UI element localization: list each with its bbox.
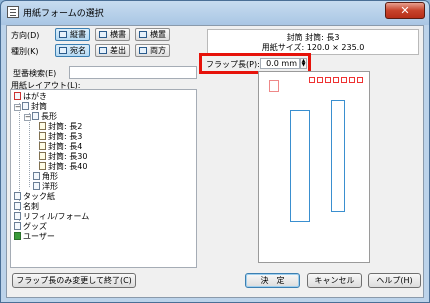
kind-label: 種別(K) <box>11 47 39 56</box>
tree-item-label: ユーザー <box>23 232 55 241</box>
close-button[interactable]: ✕ <box>385 2 425 19</box>
tree-item-label: 封筒: 長4 <box>48 142 83 151</box>
envelope-preview <box>258 71 370 263</box>
tree-item-long-type[interactable]: − 長形 <box>24 112 57 122</box>
envelope-icon <box>22 102 29 110</box>
window-title: 用紙フォームの選択 <box>23 9 104 19</box>
direction-landscape-button[interactable]: 横置 <box>135 28 170 41</box>
kind-both-button[interactable]: 両方 <box>135 44 170 57</box>
paper-info-panel: 封筒 封筒: 長3 用紙サイズ: 120.0 × 235.0 <box>207 29 419 55</box>
flap-length-label: フラップ長(P): <box>206 60 260 69</box>
direction-horizontal-label: 横書 <box>110 30 126 39</box>
tree-item-naga3[interactable]: 封筒: 長3 <box>39 132 82 142</box>
address-field <box>331 100 345 212</box>
document-icon <box>39 122 46 130</box>
collapse-icon[interactable]: − <box>14 104 21 111</box>
folder-icon <box>32 112 39 120</box>
user-icon <box>14 232 21 240</box>
postcard-icon <box>14 92 21 100</box>
refill-icon <box>14 212 21 220</box>
flap-length-spinner[interactable]: ▲ ▼ <box>300 58 307 69</box>
direction-landscape-label: 横置 <box>150 30 166 39</box>
model-search-input[interactable] <box>69 66 197 79</box>
tree-item-naga4[interactable]: 封筒: 長4 <box>39 142 82 152</box>
direction-horizontal-button[interactable]: 横書 <box>95 28 130 41</box>
document-icon <box>39 142 46 150</box>
folder-icon <box>33 182 40 190</box>
horizontal-icon <box>99 31 107 38</box>
paper-size: 用紙サイズ: 120.0 × 235.0 <box>261 43 365 52</box>
ok-button[interactable]: 決 定 <box>245 273 300 288</box>
tree-item-label: 洋形 <box>42 182 58 191</box>
kind-address-button[interactable]: 宛名 <box>55 44 90 57</box>
kind-address-label: 宛名 <box>70 46 86 55</box>
tree-item-label: 長形 <box>41 112 57 121</box>
kind-sender-button[interactable]: 差出 <box>95 44 130 57</box>
stamp-box <box>269 80 279 92</box>
sender-icon <box>99 47 107 54</box>
help-button[interactable]: ヘルプ(H) <box>368 273 421 288</box>
tree-item-postcard[interactable]: はがき <box>14 92 47 102</box>
tree-item-business-card[interactable]: 名刺 <box>14 202 39 212</box>
tree-item-western-type[interactable]: 洋形 <box>33 182 58 192</box>
recipient-field <box>290 110 310 222</box>
direction-vertical-label: 縦書 <box>70 30 86 39</box>
goods-icon <box>14 222 21 230</box>
tree-item-label: 封筒: 長3 <box>48 132 83 141</box>
tree-item-label: リフィル/フォーム <box>23 212 90 221</box>
folder-icon <box>33 172 40 180</box>
direction-vertical-button[interactable]: 縦書 <box>55 28 90 41</box>
dialog-window: 用紙フォームの選択 ✕ 方向(D) 縦書 横書 横置 種別(K) 宛名 差出 両… <box>0 0 430 303</box>
both-icon <box>139 47 147 54</box>
direction-label: 方向(D) <box>11 31 40 40</box>
label-sheet-icon <box>14 192 21 200</box>
address-icon <box>59 47 67 54</box>
document-icon <box>39 132 46 140</box>
title-bar: 用紙フォームの選択 ✕ <box>1 1 429 25</box>
landscape-icon <box>139 31 147 38</box>
tree-item-label: 封筒: 長2 <box>48 122 83 131</box>
tree-item-user[interactable]: ユーザー <box>14 232 55 242</box>
cancel-button[interactable]: キャンセル <box>307 273 362 288</box>
tree-item-goods[interactable]: グッズ <box>14 222 47 232</box>
dialog-body: 方向(D) 縦書 横書 横置 種別(K) 宛名 差出 両方 封筒 封筒: 長3 … <box>6 25 424 298</box>
flap-only-button[interactable]: フラップ長のみ変更して終了(C) <box>12 273 136 288</box>
flap-length-input[interactable]: 0.0 mm <box>260 58 300 69</box>
tree-item-label: 角形 <box>42 172 58 181</box>
paper-layout-tree[interactable]: はがき − 封筒 − 長形 封筒: 長2 封筒: 長3 封筒: 長4 封筒: 長30… <box>10 89 197 268</box>
vertical-icon <box>59 31 67 38</box>
card-icon <box>14 202 21 210</box>
tree-item-naga2[interactable]: 封筒: 長2 <box>39 122 82 132</box>
tree-item-label: 封筒: 長30 <box>48 152 88 161</box>
document-icon <box>39 152 46 160</box>
tree-item-envelope[interactable]: − 封筒 <box>14 102 47 112</box>
kind-sender-label: 差出 <box>110 46 126 55</box>
tree-item-label: 封筒: 長40 <box>48 162 88 171</box>
tree-item-naga40[interactable]: 封筒: 長40 <box>39 162 87 172</box>
collapse-icon[interactable]: − <box>24 114 31 121</box>
tree-item-tack-paper[interactable]: タック紙 <box>14 192 55 202</box>
app-icon <box>7 6 19 18</box>
tree-item-refill-form[interactable]: リフィル/フォーム <box>14 212 89 222</box>
tree-item-naga30[interactable]: 封筒: 長30 <box>39 152 87 162</box>
document-icon <box>39 162 46 170</box>
tree-item-label: タック紙 <box>23 192 55 201</box>
tree-item-label: 名刺 <box>23 202 39 211</box>
paper-name: 封筒 封筒: 長3 <box>286 33 340 42</box>
tree-item-label: 封筒 <box>31 102 47 111</box>
tree-item-label: グッズ <box>23 222 47 231</box>
model-search-label: 型番検索(E) <box>13 69 57 78</box>
tree-item-label: はがき <box>23 92 47 101</box>
kind-both-label: 両方 <box>150 46 166 55</box>
tree-item-square-type[interactable]: 角形 <box>33 172 58 182</box>
